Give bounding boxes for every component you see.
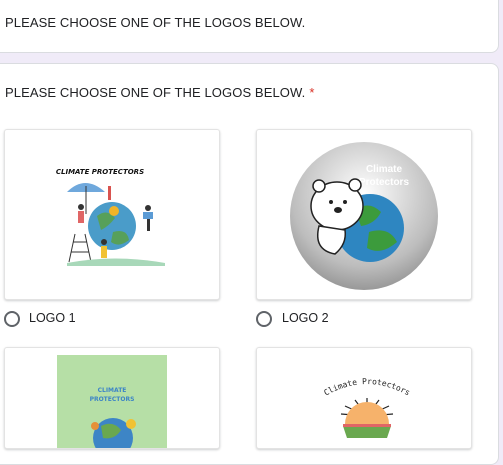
logo-2-image[interactable]: Climate Protectors [256,129,472,300]
logo-3-image[interactable]: CLIMATE PROTECTORS [4,347,220,449]
logo-2-image-text-line2: Protectors [359,177,409,188]
question-title: PLEASE CHOOSE ONE OF THE LOGOS BELOW. * [5,85,315,100]
svg-text:Climate Protectors: Climate Protectors [322,377,411,398]
logo-2-radio[interactable] [256,311,272,327]
logo-3-image-text-line1: CLIMATE [98,387,127,394]
logo-1-image-text: CLIMATE PROTECTORS [56,168,144,176]
logo-4-image-text: Climate Protectors [322,377,411,398]
logo-1-label[interactable]: LOGO 1 [29,311,76,325]
logo-1-radio[interactable] [4,311,20,327]
logo-1-image[interactable]: CLIMATE PROTECTORS [4,129,220,300]
logo-2-label[interactable]: LOGO 2 [282,311,329,325]
logo-4-image[interactable]: Climate Protectors [256,347,472,449]
required-asterisk: * [309,85,315,100]
question-title-text: PLEASE CHOOSE ONE OF THE LOGOS BELOW. [5,85,306,100]
question-card-previous: PLEASE CHOOSE ONE OF THE LOGOS BELOW. [0,0,499,53]
logo-2-image-text-line1: Climate [366,164,403,175]
question-title: PLEASE CHOOSE ONE OF THE LOGOS BELOW. [5,15,306,30]
logo-3-image-text-line2: PROTECTORS [90,396,135,403]
